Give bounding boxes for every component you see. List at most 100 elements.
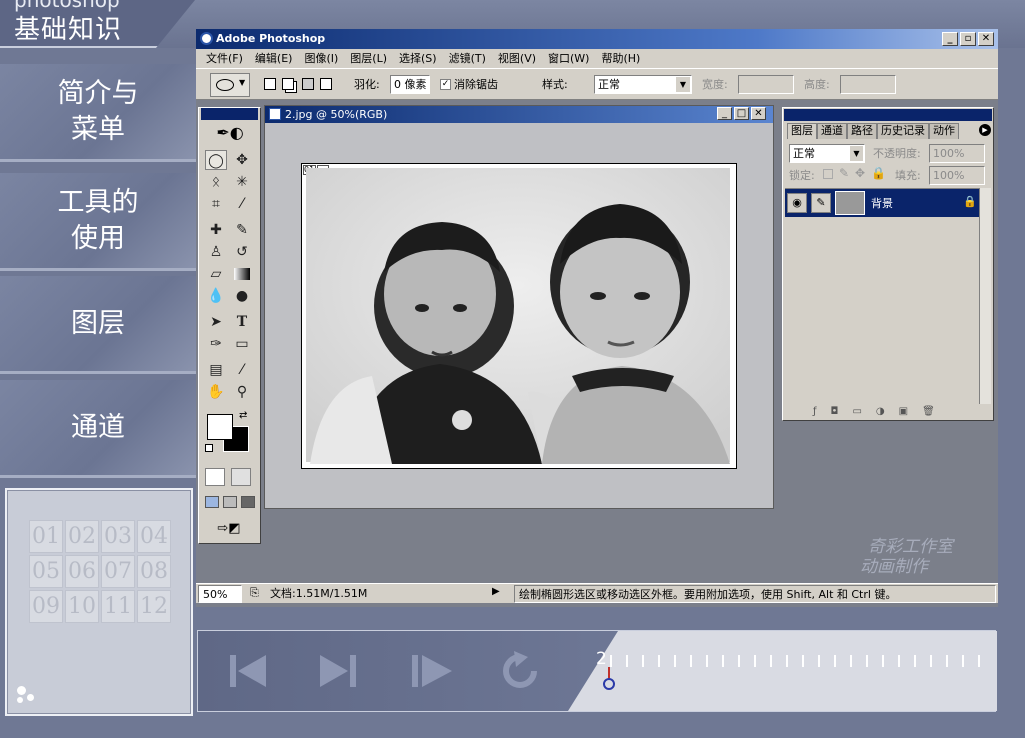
layer-mask-icon[interactable]: ◘: [831, 406, 839, 418]
foreground-color-swatch[interactable]: [207, 414, 233, 440]
default-colors-icon[interactable]: [205, 444, 213, 452]
lesson-button[interactable]: 06: [65, 555, 99, 588]
replay-icon[interactable]: [498, 651, 542, 691]
slice-tool-icon[interactable]: ⁄: [231, 194, 253, 214]
intersect-selection-icon[interactable]: [320, 78, 332, 90]
status-menu-arrow-icon[interactable]: ▶: [492, 586, 500, 597]
timeline-ruler[interactable]: [607, 653, 997, 669]
magic-wand-tool-icon[interactable]: ✳: [231, 172, 253, 192]
rectangle-tool-icon[interactable]: ▭: [231, 334, 253, 354]
height-input[interactable]: [840, 75, 896, 94]
lesson-button[interactable]: 01: [29, 520, 63, 553]
screen-mode-standard-icon[interactable]: [205, 496, 219, 508]
menu-select[interactable]: 选择(S): [393, 49, 443, 68]
width-input[interactable]: [738, 75, 794, 94]
jump-to-imageready-icon[interactable]: ⇨◩: [205, 520, 253, 538]
doc-close-button[interactable]: ✕: [751, 107, 766, 120]
menu-window[interactable]: 窗口(W): [542, 49, 595, 68]
lesson-button[interactable]: 12: [137, 590, 171, 623]
nav-layers[interactable]: 图层: [0, 276, 196, 374]
antialias-checkbox[interactable]: ✓: [440, 79, 451, 90]
lesson-button[interactable]: 03: [101, 520, 135, 553]
tab-layers[interactable]: 图层: [787, 123, 817, 139]
skip-forward-icon[interactable]: [318, 651, 358, 691]
standard-mode-icon[interactable]: [205, 468, 225, 486]
hand-tool-icon[interactable]: ✋: [205, 382, 227, 402]
opacity-input[interactable]: 100%: [929, 144, 985, 163]
tab-channels[interactable]: 通道: [817, 123, 847, 139]
menu-layer[interactable]: 图层(L): [344, 49, 393, 68]
layer-row-background[interactable]: ◉ ✎ 背景 🔒: [785, 189, 979, 217]
new-layer-icon[interactable]: ▣: [899, 406, 908, 418]
blend-mode-select[interactable]: 正常 ▼: [789, 144, 865, 163]
layer-brush-icon[interactable]: ✎: [811, 193, 831, 213]
lock-all-icon[interactable]: 🔒: [871, 166, 886, 180]
adjustment-layer-icon[interactable]: ◑: [876, 406, 885, 418]
menu-edit[interactable]: 编辑(E): [249, 49, 299, 68]
new-set-icon[interactable]: ▭: [852, 406, 861, 418]
restore-button[interactable]: ▫: [960, 32, 976, 46]
lesson-button[interactable]: 07: [101, 555, 135, 588]
lasso-tool-icon[interactable]: ᛟ: [205, 172, 227, 192]
tab-history[interactable]: 历史记录: [877, 123, 929, 139]
path-selection-tool-icon[interactable]: ➤: [205, 312, 227, 332]
skip-back-icon[interactable]: [228, 651, 268, 691]
lesson-button[interactable]: 11: [101, 590, 135, 623]
brush-tool-icon[interactable]: ✎: [231, 220, 253, 240]
menu-file[interactable]: 文件(F): [200, 49, 249, 68]
menu-filter[interactable]: 滤镜(T): [443, 49, 492, 68]
zoom-field[interactable]: 50%: [198, 585, 242, 603]
visibility-eye-icon[interactable]: ◉: [787, 193, 807, 213]
screen-mode-full-icon[interactable]: [241, 496, 255, 508]
move-tool-icon[interactable]: ✥: [231, 150, 253, 170]
close-button[interactable]: ✕: [978, 32, 994, 46]
tab-actions[interactable]: 动作: [929, 123, 959, 139]
lesson-button[interactable]: 09: [29, 590, 63, 623]
tool-preset-picker[interactable]: ▼: [210, 73, 250, 97]
lock-image-icon[interactable]: ✎: [839, 166, 849, 180]
doc-maximize-button[interactable]: □: [734, 107, 749, 120]
healing-brush-tool-icon[interactable]: ✚: [205, 220, 227, 240]
palette-menu-icon[interactable]: ▶: [979, 124, 991, 136]
nav-intro-menu[interactable]: 简介与 菜单: [0, 64, 196, 162]
lesson-button[interactable]: 02: [65, 520, 99, 553]
menu-help[interactable]: 帮助(H): [595, 49, 646, 68]
style-select[interactable]: 正常 ▼: [594, 75, 692, 94]
clone-stamp-tool-icon[interactable]: ♙: [205, 242, 227, 262]
screen-mode-menubar-icon[interactable]: [223, 496, 237, 508]
lesson-button[interactable]: 04: [137, 520, 171, 553]
menu-image[interactable]: 图像(I): [298, 49, 344, 68]
history-brush-tool-icon[interactable]: ↺: [231, 242, 253, 262]
feather-input[interactable]: 0 像素: [390, 75, 430, 94]
nav-channels[interactable]: 通道: [0, 380, 196, 478]
elliptical-marquee-tool-icon[interactable]: ◯: [205, 150, 227, 170]
delete-layer-icon[interactable]: 🗑: [922, 406, 935, 418]
doc-minimize-button[interactable]: _: [717, 107, 732, 120]
blur-tool-icon[interactable]: 💧: [205, 286, 227, 306]
notes-tool-icon[interactable]: ▤: [205, 360, 227, 380]
layers-scrollbar[interactable]: [979, 188, 991, 404]
gradient-tool-icon[interactable]: [234, 268, 250, 280]
tab-paths[interactable]: 路径: [847, 123, 877, 139]
nav-tool-usage[interactable]: 工具的 使用: [0, 173, 196, 271]
quick-mask-mode-icon[interactable]: [231, 468, 251, 486]
crop-tool-icon[interactable]: ⌗: [205, 194, 227, 214]
new-selection-icon[interactable]: [264, 78, 276, 90]
zoom-tool-icon[interactable]: ⚲: [231, 382, 253, 402]
lesson-button[interactable]: 05: [29, 555, 63, 588]
pen-tool-icon[interactable]: ✑: [205, 334, 227, 354]
lock-transparency-icon[interactable]: [823, 169, 833, 179]
lock-position-icon[interactable]: ✥: [855, 166, 865, 180]
type-tool-icon[interactable]: T: [231, 312, 253, 332]
dodge-tool-icon[interactable]: ●: [231, 286, 253, 306]
minimize-button[interactable]: _: [942, 32, 958, 46]
fill-input[interactable]: 100%: [929, 166, 985, 185]
swap-colors-icon[interactable]: ⇄: [239, 410, 247, 421]
lesson-button[interactable]: 10: [65, 590, 99, 623]
play-icon[interactable]: [410, 651, 454, 691]
subtract-selection-icon[interactable]: [302, 78, 314, 90]
add-selection-icon[interactable]: [282, 78, 294, 90]
lesson-button[interactable]: 08: [137, 555, 171, 588]
layer-style-icon[interactable]: ƒ: [813, 406, 817, 418]
eraser-tool-icon[interactable]: ▱: [205, 264, 227, 284]
